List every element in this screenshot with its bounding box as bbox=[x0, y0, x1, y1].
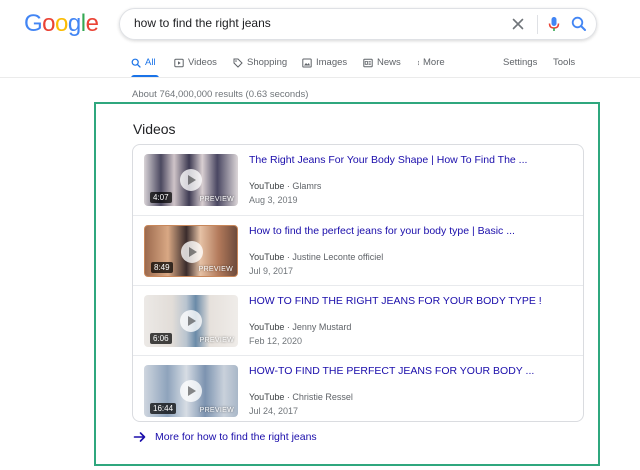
play-icon bbox=[174, 58, 184, 68]
video-date: Feb 12, 2020 bbox=[249, 336, 303, 346]
google-logo[interactable]: Google bbox=[24, 10, 99, 38]
video-thumbnail[interactable]: 6:06 PREVIEW bbox=[144, 295, 238, 347]
video-meta: YouTube · Glamrs bbox=[249, 181, 322, 191]
preview-label: PREVIEW bbox=[199, 337, 234, 344]
video-title[interactable]: How to find the perfect jeans for your b… bbox=[249, 225, 515, 237]
play-icon bbox=[181, 241, 203, 263]
video-meta: YouTube · Christie Ressel bbox=[249, 392, 353, 402]
search-input[interactable] bbox=[134, 16, 494, 30]
more-videos-link[interactable]: More for how to find the right jeans bbox=[133, 430, 317, 444]
newspaper-icon bbox=[363, 58, 373, 68]
video-thumbnail[interactable]: 8:49 PREVIEW bbox=[144, 225, 238, 277]
video-date: Jul 24, 2017 bbox=[249, 406, 299, 416]
image-icon bbox=[302, 58, 312, 68]
video-duration: 8:49 bbox=[151, 262, 173, 273]
preview-label: PREVIEW bbox=[199, 407, 234, 414]
result-stats: About 764,000,000 results (0.63 seconds) bbox=[132, 89, 309, 100]
video-thumbnail[interactable]: 16:44 PREVIEW bbox=[144, 365, 238, 417]
tab-tools[interactable]: Tools bbox=[553, 57, 575, 79]
play-icon bbox=[180, 380, 202, 402]
video-title[interactable]: HOW TO FIND THE RIGHT JEANS FOR YOUR BOD… bbox=[249, 295, 542, 307]
search-divider bbox=[537, 15, 538, 34]
video-meta: YouTube · Justine Leconte officiel bbox=[249, 252, 384, 262]
video-result[interactable]: 16:44 PREVIEW HOW-TO FIND THE PERFECT JE… bbox=[133, 355, 583, 421]
video-result[interactable]: 6:06 PREVIEW HOW TO FIND THE RIGHT JEANS… bbox=[133, 285, 583, 355]
tab-all[interactable]: All bbox=[131, 57, 159, 79]
videos-heading: Videos bbox=[133, 121, 176, 137]
search-icon bbox=[131, 58, 141, 68]
video-meta: YouTube · Jenny Mustard bbox=[249, 322, 352, 332]
preview-label: PREVIEW bbox=[199, 196, 234, 203]
search-box bbox=[119, 8, 597, 40]
play-icon bbox=[180, 310, 202, 332]
video-duration: 16:44 bbox=[150, 403, 177, 414]
tab-settings[interactable]: Settings bbox=[503, 57, 537, 79]
video-date: Jul 9, 2017 bbox=[249, 266, 294, 276]
tab-shopping[interactable]: Shopping bbox=[233, 57, 287, 79]
video-duration: 4:07 bbox=[150, 192, 172, 203]
tab-news[interactable]: News bbox=[363, 57, 401, 79]
search-tabs: All Videos Shopping Images News More Set… bbox=[131, 57, 591, 79]
video-thumbnail[interactable]: 4:07 PREVIEW bbox=[144, 154, 238, 206]
tab-videos[interactable]: Videos bbox=[174, 57, 217, 79]
video-result[interactable]: 4:07 PREVIEW The Right Jeans For Your Bo… bbox=[133, 145, 583, 215]
video-title[interactable]: The Right Jeans For Your Body Shape | Ho… bbox=[249, 154, 527, 166]
video-result[interactable]: 8:49 PREVIEW How to find the perfect jea… bbox=[133, 215, 583, 285]
header-divider bbox=[0, 77, 640, 78]
video-duration: 6:06 bbox=[150, 333, 172, 344]
preview-label: PREVIEW bbox=[198, 266, 233, 273]
arrow-right-icon bbox=[133, 432, 146, 442]
tab-images[interactable]: Images bbox=[302, 57, 347, 79]
play-icon bbox=[180, 169, 202, 191]
video-date: Aug 3, 2019 bbox=[249, 195, 298, 205]
tab-more[interactable]: More bbox=[416, 57, 445, 79]
tag-icon bbox=[233, 58, 243, 68]
microphone-icon[interactable] bbox=[544, 14, 564, 34]
search-icon[interactable] bbox=[569, 14, 589, 34]
video-title[interactable]: HOW-TO FIND THE PERFECT JEANS FOR YOUR B… bbox=[249, 365, 534, 377]
video-list: 4:07 PREVIEW The Right Jeans For Your Bo… bbox=[132, 144, 584, 422]
dots-vertical-icon bbox=[418, 60, 419, 66]
close-icon[interactable] bbox=[508, 14, 528, 34]
